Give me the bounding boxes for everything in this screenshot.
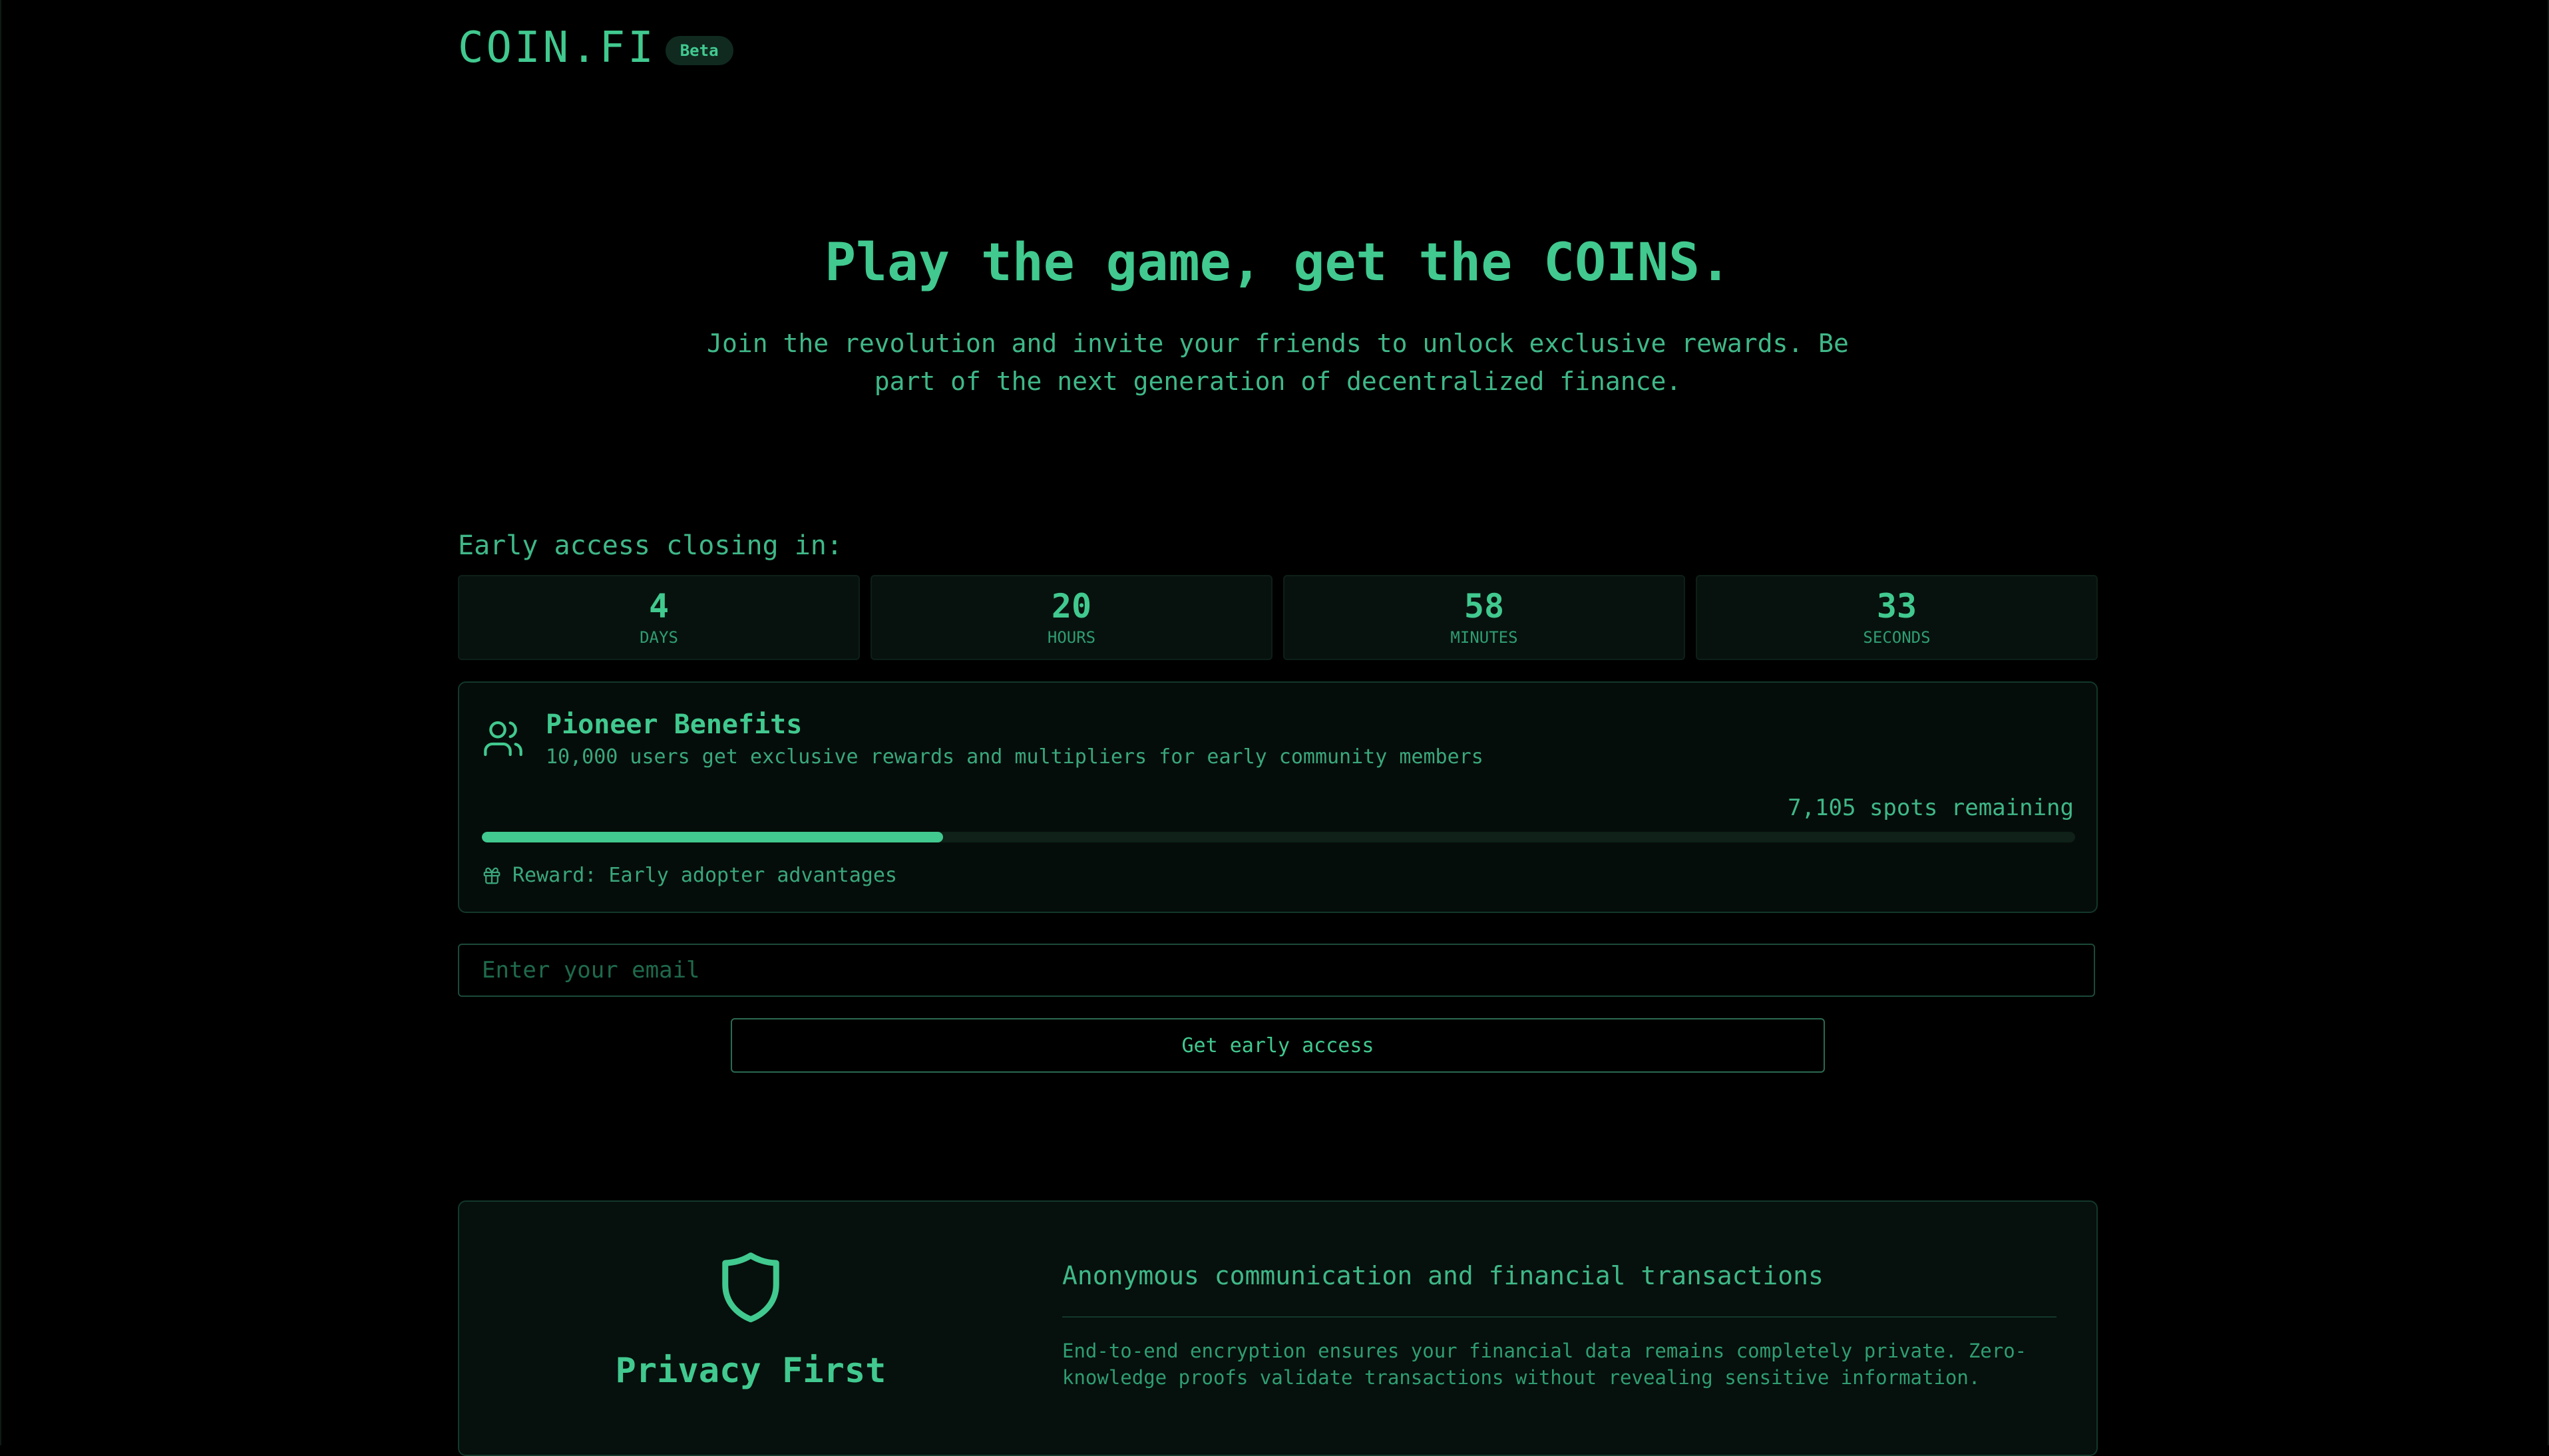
countdown-seconds: 33 SECONDS xyxy=(1696,575,2098,660)
countdown: 4 DAYS 20 HOURS 58 MINUTES 33 SECONDS xyxy=(458,575,2098,660)
countdown-hours: 20 HOURS xyxy=(871,575,1273,660)
reward-line: Reward: Early adopter advantages xyxy=(482,862,897,889)
countdown-value: 4 xyxy=(648,587,670,626)
countdown-value: 58 xyxy=(1464,587,1505,626)
pioneer-benefits-card: Pioneer Benefits 10,000 users get exclus… xyxy=(458,681,2098,913)
shield-icon xyxy=(722,1252,779,1323)
spots-remaining: 7,105 spots remaining xyxy=(1788,795,2074,821)
pioneer-title: Pioneer Benefits xyxy=(546,709,803,740)
brand: COIN.FI Beta xyxy=(458,23,733,73)
pioneer-description: 10,000 users get exclusive rewards and m… xyxy=(546,745,1483,769)
spots-progress-bar xyxy=(482,832,2075,842)
privacy-first-card: Privacy First Anonymous communication an… xyxy=(458,1200,2098,1456)
get-early-access-button[interactable]: Get early access xyxy=(731,1018,1825,1073)
logo[interactable]: COIN.FI xyxy=(458,23,656,73)
countdown-unit: MINUTES xyxy=(1450,628,1518,647)
countdown-days: 4 DAYS xyxy=(458,575,860,660)
countdown-unit: DAYS xyxy=(640,628,678,647)
countdown-minutes: 58 MINUTES xyxy=(1283,575,1685,660)
users-icon xyxy=(484,721,522,757)
hero-title: Play the game, get the COINS. xyxy=(825,233,1731,293)
beta-badge: Beta xyxy=(665,36,733,65)
hero-subtitle: Join the revolution and invite your frie… xyxy=(707,329,1849,396)
privacy-title: Privacy First xyxy=(615,1351,886,1391)
spots-progress-fill xyxy=(482,832,944,842)
reward-text: Reward: Early adopter advantages xyxy=(512,864,897,887)
gift-icon xyxy=(483,867,500,884)
privacy-body: End-to-end encryption ensures your finan… xyxy=(1062,1340,2027,1389)
email-input[interactable] xyxy=(458,944,2095,997)
divider xyxy=(1062,1316,2057,1318)
countdown-label: Early access closing in: xyxy=(458,530,843,561)
countdown-value: 20 xyxy=(1051,587,1092,626)
countdown-unit: SECONDS xyxy=(1863,628,1931,647)
countdown-value: 33 xyxy=(1876,587,1917,626)
privacy-heading: Anonymous communication and financial tr… xyxy=(1062,1261,1824,1290)
countdown-unit: HOURS xyxy=(1047,628,1096,647)
